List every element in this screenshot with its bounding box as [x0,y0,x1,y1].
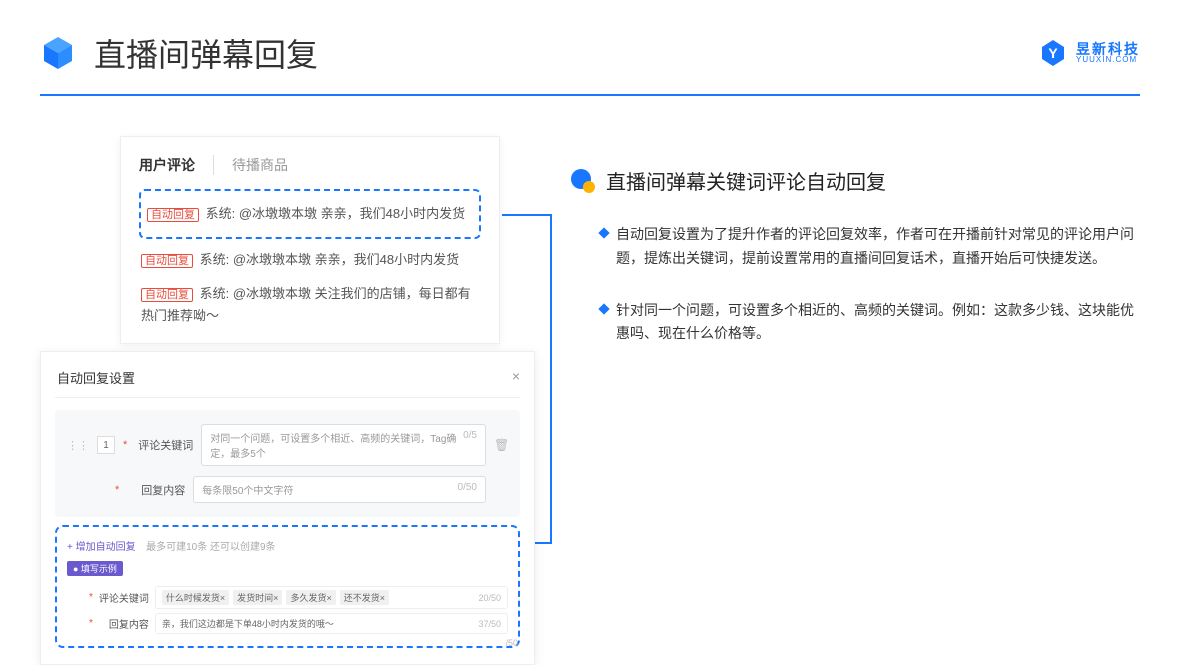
description-column: 直播间弹幕关键词评论自动回复 自动回复设置为了提升作者的评论回复效率，作者可在开… [570,136,1140,374]
drag-handle-icon[interactable]: ⋮⋮ [67,439,89,452]
connector-line [550,214,552,544]
connector-line [502,214,552,216]
bullet-item: 针对同一个问题，可设置多个相近的、高频的关键词。例如：这款多少钱、这块能优惠吗、… [570,299,1140,347]
example-content-input[interactable]: 亲，我们这边都是下单48小时内发货的哦～ 37/50 [155,613,508,634]
page-header: 直播间弹幕回复 Y 昱新科技 YUUXIN.COM [0,0,1180,76]
keyword-tag: 多久发货× [286,590,335,605]
screenshot-area: 用户评论 待播商品 自动回复 系统: @冰墩墩本墩 亲亲，我们48小时内发货 自… [40,136,540,374]
required-mark: * [89,618,93,629]
page-title: 直播间弹幕回复 [94,30,318,76]
example-keyword-label: 评论关键词 [99,590,149,605]
auto-reply-tag: 自动回复 [141,254,193,268]
tab-user-comments[interactable]: 用户评论 [139,155,214,175]
comments-panel: 用户评论 待播商品 自动回复 系统: @冰墩墩本墩 亲亲，我们48小时内发货 自… [120,136,500,344]
brand-name-cn: 昱新科技 [1076,42,1140,56]
keyword-tag: 还不发货× [340,590,389,605]
diamond-bullet-icon [598,303,609,314]
tab-pending-products[interactable]: 待播商品 [232,155,306,175]
keyword-input[interactable]: 对同一个问题，可设置多个相近、高频的关键词，Tag确定，最多5个 0/5 [201,424,486,466]
required-mark: * [115,484,119,496]
content-input[interactable]: 每条限50个中文字符 0/50 [193,476,486,503]
highlighted-comment: 自动回复 系统: @冰墩墩本墩 亲亲，我们48小时内发货 [139,189,481,239]
row-number: 1 [97,436,115,454]
chat-bubble-icon [570,168,596,194]
keyword-tag: 发货时间× [233,590,282,605]
example-keyword-input[interactable]: 什么时候发货× 发货时间× 多久发货× 还不发货× 20/50 [155,586,508,609]
brand-name-en: YUUXIN.COM [1076,56,1140,64]
cube-icon [40,35,76,71]
keyword-label: 评论关键词 [135,437,193,453]
char-count: 37/50 [478,619,501,629]
char-count: 0/50 [458,482,477,497]
comment-tabs: 用户评论 待播商品 [139,155,481,175]
auto-reply-settings-panel: 自动回复设置 × ⋮⋮ 1 * 评论关键词 对同一个问题，可设置多个相近、高频的… [40,351,535,665]
content-label: 回复内容 [127,482,185,498]
add-hint: 最多可建10条 还可以创建9条 [146,542,275,553]
keyword-tag: 什么时候发货× [162,590,229,605]
delete-icon[interactable]: 🗑 [494,438,508,452]
settings-title: 自动回复设置 [57,368,135,387]
close-icon[interactable]: × [512,368,520,387]
form-block: ⋮⋮ 1 * 评论关键词 对同一个问题，可设置多个相近、高频的关键词，Tag确定… [55,410,520,517]
add-auto-reply-link[interactable]: + 增加自动回复 [67,542,136,553]
outer-char-count: /50 [505,638,518,648]
auto-reply-tag: 自动回复 [147,208,199,222]
required-mark: * [89,592,93,603]
bullet-text: 针对同一个问题，可设置多个相近的、高频的关键词。例如：这款多少钱、这块能优惠吗、… [616,299,1140,347]
comment-text: 系统: @冰墩墩本墩 亲亲，我们48小时内发货 [206,206,466,221]
section-heading: 直播间弹幕关键词评论自动回复 [606,166,886,195]
comment-row: 自动回复 系统: @冰墩墩本墩 亲亲，我们48小时内发货 [139,243,481,277]
bullet-text: 自动回复设置为了提升作者的评论回复效率，作者可在开播前针对常见的评论用户问题，提… [616,223,1140,271]
char-count: 0/5 [463,430,477,460]
diamond-bullet-icon [598,227,609,238]
example-highlight-box: + 增加自动回复 最多可建10条 还可以创建9条 ● 填写示例 * 评论关键词 … [55,525,520,648]
bullet-item: 自动回复设置为了提升作者的评论回复效率，作者可在开播前针对常见的评论用户问题，提… [570,223,1140,271]
brand-logo-icon: Y [1038,38,1068,68]
auto-reply-tag: 自动回复 [141,288,193,302]
required-mark: * [123,439,127,451]
svg-text:Y: Y [1048,45,1058,61]
title-area: 直播间弹幕回复 [40,30,318,76]
brand-logo-area: Y 昱新科技 YUUXIN.COM [1038,38,1140,68]
char-count: 20/50 [478,593,501,603]
example-content-label: 回复内容 [99,616,149,631]
comment-row: 自动回复 系统: @冰墩墩本墩 关注我们的店铺，每日都有热门推荐呦～ [139,277,481,333]
example-badge: ● 填写示例 [67,561,123,576]
comment-text: 系统: @冰墩墩本墩 亲亲，我们48小时内发货 [200,252,460,267]
